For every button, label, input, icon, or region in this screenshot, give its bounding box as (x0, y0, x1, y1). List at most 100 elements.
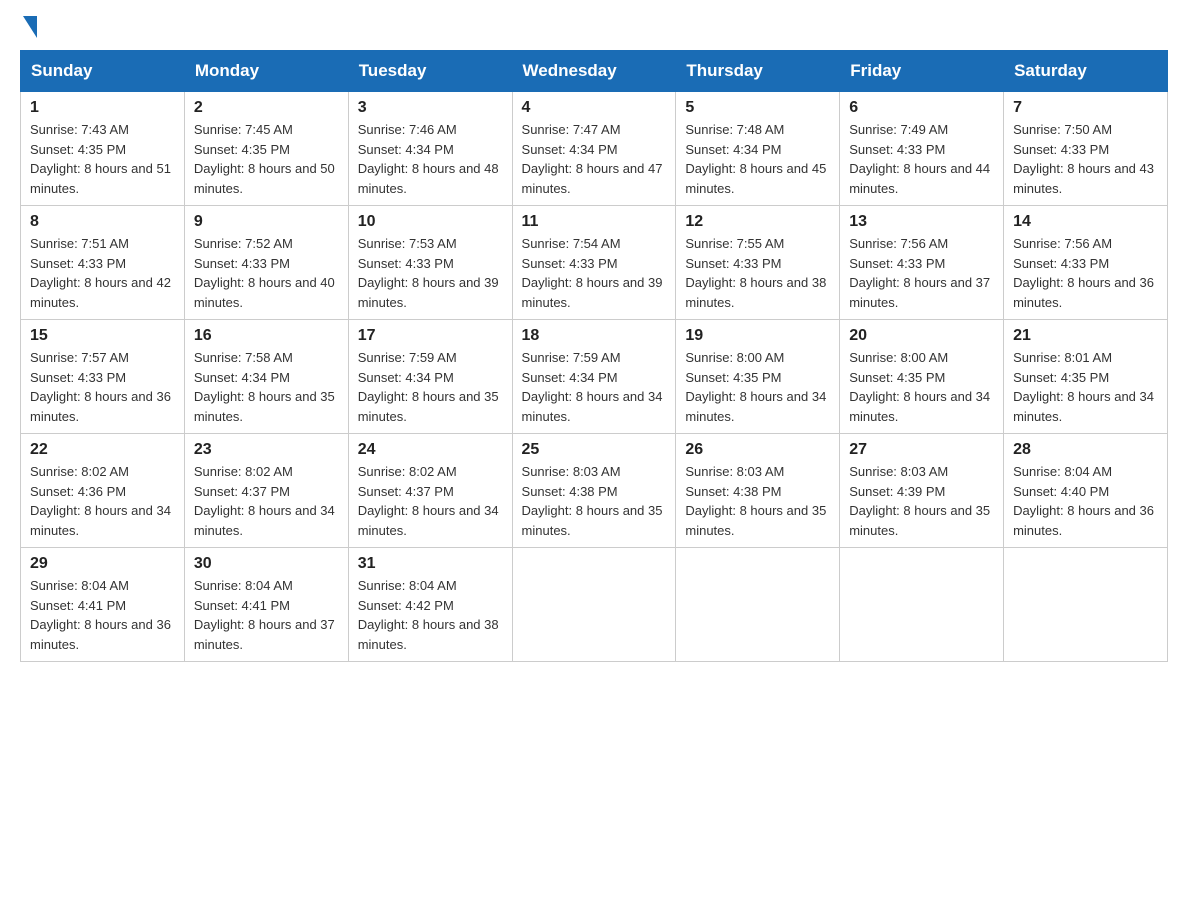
day-info: Sunrise: 7:52 AMSunset: 4:33 PMDaylight:… (194, 236, 335, 310)
day-number: 14 (1013, 213, 1158, 231)
day-info: Sunrise: 8:04 AMSunset: 4:41 PMDaylight:… (30, 578, 171, 652)
day-info: Sunrise: 7:47 AMSunset: 4:34 PMDaylight:… (522, 122, 663, 196)
day-info: Sunrise: 7:50 AMSunset: 4:33 PMDaylight:… (1013, 122, 1154, 196)
calendar-cell: 13Sunrise: 7:56 AMSunset: 4:33 PMDayligh… (840, 206, 1004, 320)
calendar-cell: 16 Sunrise: 7:58 AMSunset: 4:34 PMDayligh… (184, 320, 348, 434)
calendar-cell: 31 Sunrise: 8:04 AMSunset: 4:42 PMDayligh… (348, 548, 512, 662)
column-header-tuesday: Tuesday (348, 51, 512, 92)
calendar-cell: 19Sunrise: 8:00 AMSunset: 4:35 PMDayligh… (676, 320, 840, 434)
day-info: Sunrise: 7:48 AMSunset: 4:34 PMDaylight:… (685, 122, 826, 196)
day-number: 10 (358, 213, 503, 231)
day-number: 12 (685, 213, 830, 231)
day-info: Sunrise: 8:04 AMSunset: 4:42 PMDaylight:… (358, 578, 499, 652)
day-info: Sunrise: 8:03 AMSunset: 4:38 PMDaylight:… (522, 464, 663, 538)
day-number: 2 (194, 99, 339, 117)
calendar-cell: 15 Sunrise: 7:57 AMSunset: 4:33 PMDayligh… (21, 320, 185, 434)
calendar-cell: 3 Sunrise: 7:46 AMSunset: 4:34 PMDaylight… (348, 92, 512, 206)
day-number: 8 (30, 213, 175, 231)
calendar-cell: 17 Sunrise: 7:59 AMSunset: 4:34 PMDayligh… (348, 320, 512, 434)
calendar-cell: 27 Sunrise: 8:03 AMSunset: 4:39 PMDayligh… (840, 434, 1004, 548)
day-info: Sunrise: 8:02 AMSunset: 4:36 PMDaylight:… (30, 464, 171, 538)
calendar-cell: 4 Sunrise: 7:47 AMSunset: 4:34 PMDaylight… (512, 92, 676, 206)
day-info: Sunrise: 8:00 AMSunset: 4:35 PMDaylight:… (685, 350, 826, 424)
page-header (20, 20, 1168, 32)
day-info: Sunrise: 7:57 AMSunset: 4:33 PMDaylight:… (30, 350, 171, 424)
day-number: 17 (358, 327, 503, 345)
day-info: Sunrise: 7:56 AMSunset: 4:33 PMDaylight:… (849, 236, 990, 310)
calendar-cell: 12 Sunrise: 7:55 AMSunset: 4:33 PMDayligh… (676, 206, 840, 320)
calendar-week-row: 8 Sunrise: 7:51 AMSunset: 4:33 PMDaylight… (21, 206, 1168, 320)
calendar-cell: 29 Sunrise: 8:04 AMSunset: 4:41 PMDayligh… (21, 548, 185, 662)
day-info: Sunrise: 8:03 AMSunset: 4:38 PMDaylight:… (685, 464, 826, 538)
calendar-week-row: 22 Sunrise: 8:02 AMSunset: 4:36 PMDayligh… (21, 434, 1168, 548)
calendar-cell (676, 548, 840, 662)
day-number: 15 (30, 327, 175, 345)
day-info: Sunrise: 8:04 AMSunset: 4:40 PMDaylight:… (1013, 464, 1154, 538)
logo-triangle-icon (23, 16, 37, 38)
calendar-cell: 18 Sunrise: 7:59 AMSunset: 4:34 PMDayligh… (512, 320, 676, 434)
calendar-cell: 21 Sunrise: 8:01 AMSunset: 4:35 PMDayligh… (1004, 320, 1168, 434)
day-info: Sunrise: 7:45 AMSunset: 4:35 PMDaylight:… (194, 122, 335, 196)
day-number: 5 (685, 99, 830, 117)
column-header-thursday: Thursday (676, 51, 840, 92)
day-number: 21 (1013, 327, 1158, 345)
day-number: 4 (522, 99, 667, 117)
day-number: 6 (849, 99, 994, 117)
day-info: Sunrise: 7:53 AMSunset: 4:33 PMDaylight:… (358, 236, 499, 310)
day-info: Sunrise: 7:54 AMSunset: 4:33 PMDaylight:… (522, 236, 663, 310)
calendar-cell: 28 Sunrise: 8:04 AMSunset: 4:40 PMDayligh… (1004, 434, 1168, 548)
column-header-monday: Monday (184, 51, 348, 92)
day-info: Sunrise: 8:00 AMSunset: 4:35 PMDaylight:… (849, 350, 990, 424)
calendar-cell: 6Sunrise: 7:49 AMSunset: 4:33 PMDaylight… (840, 92, 1004, 206)
day-info: Sunrise: 7:56 AMSunset: 4:33 PMDaylight:… (1013, 236, 1154, 310)
day-number: 18 (522, 327, 667, 345)
calendar-cell: 10 Sunrise: 7:53 AMSunset: 4:33 PMDayligh… (348, 206, 512, 320)
day-number: 16 (194, 327, 339, 345)
day-number: 11 (522, 213, 667, 231)
calendar-cell: 9Sunrise: 7:52 AMSunset: 4:33 PMDaylight… (184, 206, 348, 320)
calendar-week-row: 15 Sunrise: 7:57 AMSunset: 4:33 PMDayligh… (21, 320, 1168, 434)
calendar-cell: 26 Sunrise: 8:03 AMSunset: 4:38 PMDayligh… (676, 434, 840, 548)
calendar-week-row: 29 Sunrise: 8:04 AMSunset: 4:41 PMDayligh… (21, 548, 1168, 662)
calendar-week-row: 1 Sunrise: 7:43 AMSunset: 4:35 PMDaylight… (21, 92, 1168, 206)
calendar-cell: 20 Sunrise: 8:00 AMSunset: 4:35 PMDayligh… (840, 320, 1004, 434)
logo (20, 20, 37, 32)
day-number: 22 (30, 441, 175, 459)
day-number: 20 (849, 327, 994, 345)
calendar-cell: 14 Sunrise: 7:56 AMSunset: 4:33 PMDayligh… (1004, 206, 1168, 320)
day-info: Sunrise: 8:04 AMSunset: 4:41 PMDaylight:… (194, 578, 335, 652)
day-info: Sunrise: 8:02 AMSunset: 4:37 PMDaylight:… (194, 464, 335, 538)
day-number: 24 (358, 441, 503, 459)
day-info: Sunrise: 7:59 AMSunset: 4:34 PMDaylight:… (358, 350, 499, 424)
calendar-cell: 11 Sunrise: 7:54 AMSunset: 4:33 PMDayligh… (512, 206, 676, 320)
calendar-cell: 2 Sunrise: 7:45 AMSunset: 4:35 PMDaylight… (184, 92, 348, 206)
day-info: Sunrise: 7:59 AMSunset: 4:34 PMDaylight:… (522, 350, 663, 424)
day-number: 1 (30, 99, 175, 117)
calendar-cell: 23Sunrise: 8:02 AMSunset: 4:37 PMDayligh… (184, 434, 348, 548)
calendar-cell: 22 Sunrise: 8:02 AMSunset: 4:36 PMDayligh… (21, 434, 185, 548)
calendar-cell (840, 548, 1004, 662)
day-info: Sunrise: 7:51 AMSunset: 4:33 PMDaylight:… (30, 236, 171, 310)
day-number: 28 (1013, 441, 1158, 459)
day-info: Sunrise: 7:43 AMSunset: 4:35 PMDaylight:… (30, 122, 171, 196)
day-number: 29 (30, 555, 175, 573)
calendar-header-row: SundayMondayTuesdayWednesdayThursdayFrid… (21, 51, 1168, 92)
calendar-cell: 7 Sunrise: 7:50 AMSunset: 4:33 PMDaylight… (1004, 92, 1168, 206)
day-number: 31 (358, 555, 503, 573)
calendar-cell: 5 Sunrise: 7:48 AMSunset: 4:34 PMDaylight… (676, 92, 840, 206)
day-number: 7 (1013, 99, 1158, 117)
day-number: 26 (685, 441, 830, 459)
day-number: 25 (522, 441, 667, 459)
day-number: 3 (358, 99, 503, 117)
column-header-sunday: Sunday (21, 51, 185, 92)
day-info: Sunrise: 7:55 AMSunset: 4:33 PMDaylight:… (685, 236, 826, 310)
day-info: Sunrise: 8:01 AMSunset: 4:35 PMDaylight:… (1013, 350, 1154, 424)
day-info: Sunrise: 7:58 AMSunset: 4:34 PMDaylight:… (194, 350, 335, 424)
calendar-cell: 30Sunrise: 8:04 AMSunset: 4:41 PMDayligh… (184, 548, 348, 662)
day-number: 27 (849, 441, 994, 459)
calendar-cell (512, 548, 676, 662)
calendar-table: SundayMondayTuesdayWednesdayThursdayFrid… (20, 50, 1168, 662)
day-info: Sunrise: 8:03 AMSunset: 4:39 PMDaylight:… (849, 464, 990, 538)
calendar-cell: 24Sunrise: 8:02 AMSunset: 4:37 PMDayligh… (348, 434, 512, 548)
day-info: Sunrise: 7:46 AMSunset: 4:34 PMDaylight:… (358, 122, 499, 196)
